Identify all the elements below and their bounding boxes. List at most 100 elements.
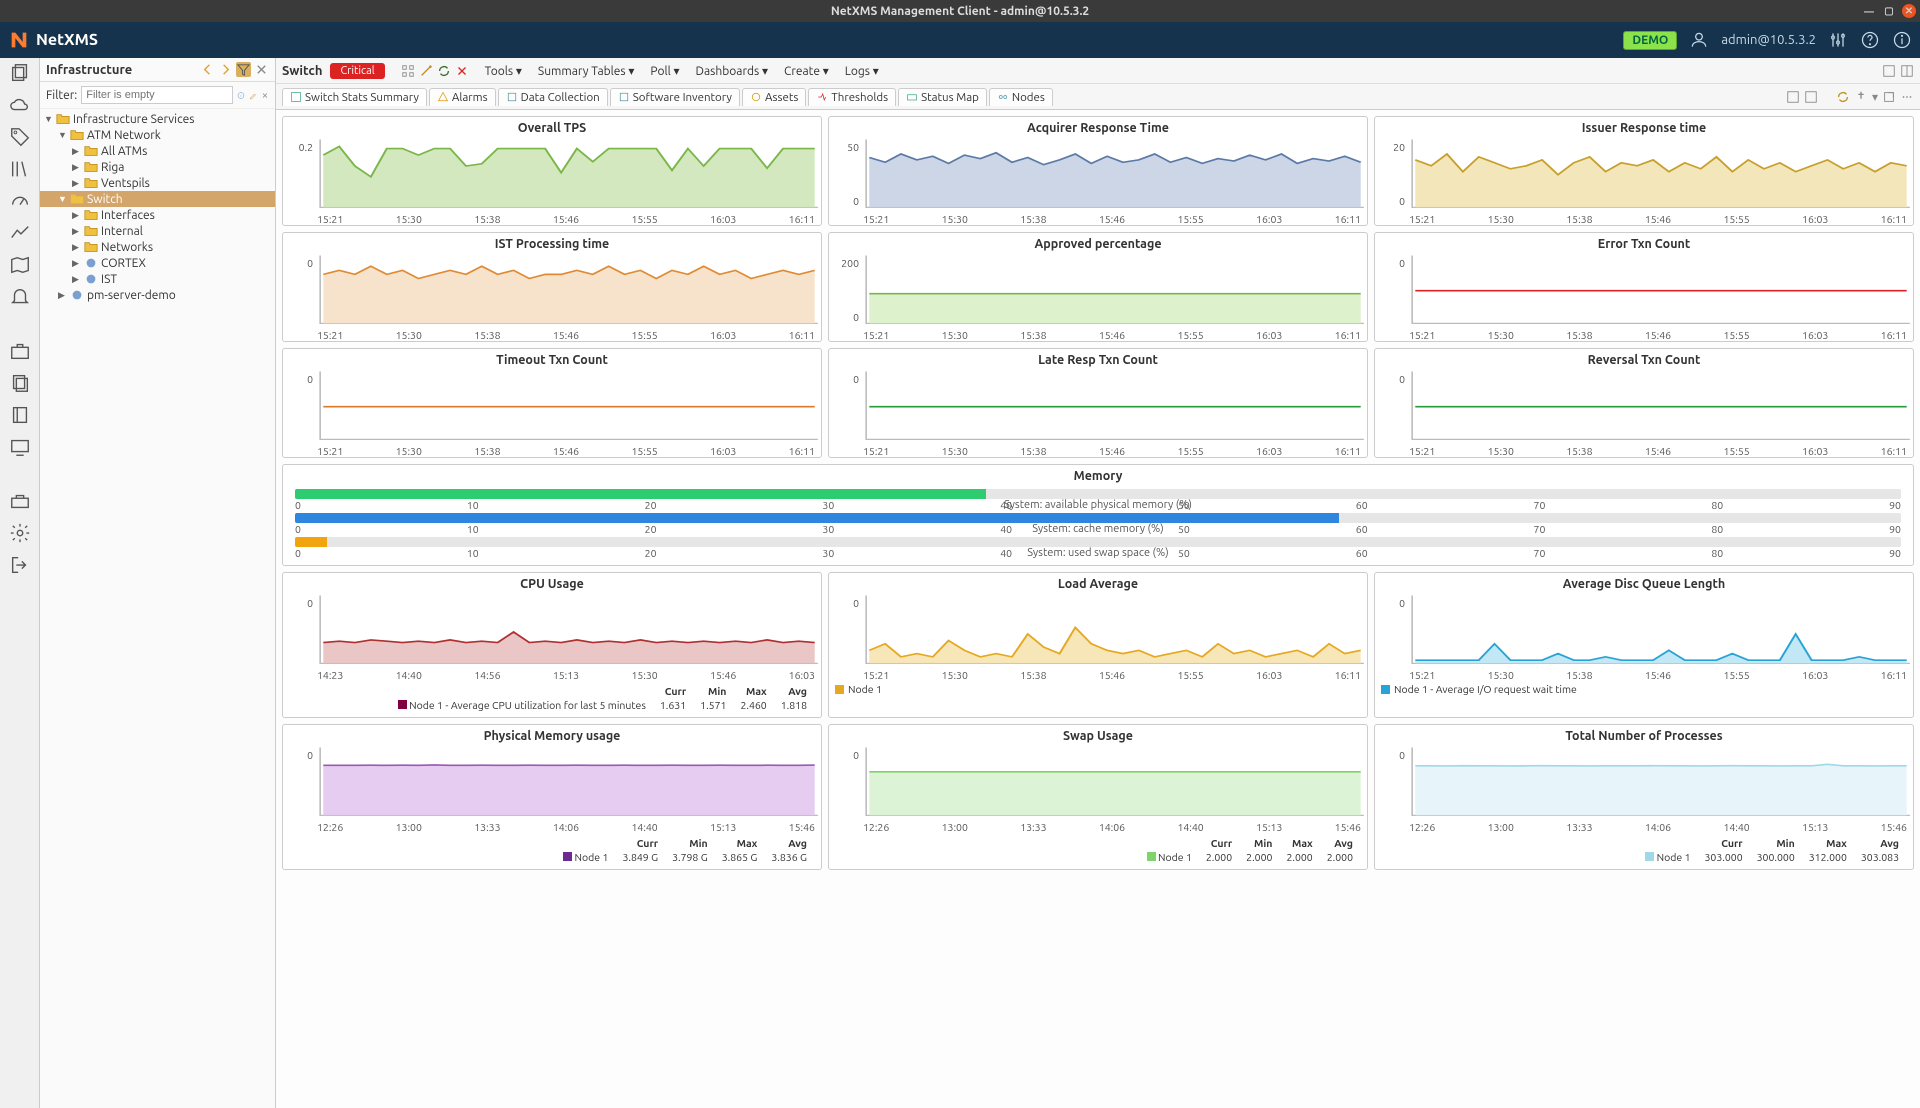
tab-alarms[interactable]: Alarms bbox=[429, 88, 496, 106]
pin-icon[interactable] bbox=[1854, 90, 1868, 104]
menu-tools[interactable]: Tools ▾ bbox=[485, 64, 522, 78]
chart-rev_txn: Reversal Txn Count015:2115:3015:3815:461… bbox=[1374, 348, 1914, 458]
library-icon[interactable] bbox=[9, 158, 31, 180]
filter-input[interactable] bbox=[81, 86, 233, 104]
chart-title: Load Average bbox=[829, 573, 1367, 593]
window-minimize[interactable]: — bbox=[1862, 4, 1876, 18]
delete-icon[interactable] bbox=[455, 64, 469, 78]
tags-icon[interactable] bbox=[9, 126, 31, 148]
refresh-icon[interactable] bbox=[437, 64, 451, 78]
tree-item-ventspils[interactable]: ▶Ventspils bbox=[40, 175, 275, 191]
tree-item-pm-server[interactable]: ▶pm-server-demo bbox=[40, 287, 275, 303]
sliders-icon[interactable] bbox=[1828, 30, 1848, 50]
exit-icon[interactable] bbox=[9, 554, 31, 576]
tree-item-switch[interactable]: ▼Switch bbox=[40, 191, 275, 207]
tab-data-collection[interactable]: Data Collection bbox=[498, 88, 608, 106]
briefcase-icon[interactable] bbox=[9, 340, 31, 362]
stack-icon[interactable] bbox=[9, 372, 31, 394]
window-maximize[interactable]: ▢ bbox=[1882, 4, 1896, 18]
menu-poll[interactable]: Poll ▾ bbox=[650, 64, 679, 78]
popout-icon[interactable] bbox=[1882, 90, 1896, 104]
chart-title: Acquirer Response Time bbox=[829, 117, 1367, 137]
tree-item-internal[interactable]: ▶Internal bbox=[40, 223, 275, 239]
tab-nodes[interactable]: Nodes bbox=[989, 88, 1053, 106]
refresh2-icon[interactable] bbox=[1836, 90, 1850, 104]
copy-icon[interactable] bbox=[9, 62, 31, 84]
tree-item-cortex[interactable]: ▶CORTEX bbox=[40, 255, 275, 271]
filter-label: Filter: bbox=[46, 89, 77, 102]
bell-icon[interactable] bbox=[9, 286, 31, 308]
clear-icon[interactable] bbox=[261, 88, 269, 103]
toolbox-icon[interactable] bbox=[9, 490, 31, 512]
filter-icon[interactable] bbox=[236, 62, 251, 77]
app-logo: NetXMS bbox=[8, 29, 98, 51]
top-bar: NetXMS DEMO admin@10.5.3.2 bbox=[0, 22, 1920, 58]
content-area: Switch Critical Tools ▾ Summary Tables ▾… bbox=[276, 58, 1920, 1108]
window-close[interactable]: ✕ bbox=[1902, 4, 1916, 18]
info-small-icon[interactable]: i bbox=[237, 88, 245, 103]
back-icon[interactable] bbox=[200, 62, 215, 77]
chart-pmem: Physical Memory usage012:2613:0013:3314:… bbox=[282, 724, 822, 870]
view2-icon[interactable] bbox=[1804, 90, 1818, 104]
wand-icon[interactable] bbox=[419, 64, 433, 78]
more-icon[interactable] bbox=[1900, 90, 1914, 104]
activity-bar bbox=[0, 58, 40, 1108]
chart-overall_tps: Overall TPS0.215:2115:3015:3815:4615:551… bbox=[282, 116, 822, 226]
tree-item-ist[interactable]: ▶IST bbox=[40, 271, 275, 287]
chart-title: Overall TPS bbox=[283, 117, 821, 137]
chart-load: Load Average015:2115:3015:3815:4615:5516… bbox=[828, 572, 1368, 718]
grid-icon[interactable] bbox=[401, 64, 415, 78]
chart-timeout_txn: Timeout Txn Count015:2115:3015:3815:4615… bbox=[282, 348, 822, 458]
menu-create[interactable]: Create ▾ bbox=[784, 64, 829, 78]
menu-summary-tables[interactable]: Summary Tables ▾ bbox=[538, 64, 635, 78]
tab-assets[interactable]: Assets bbox=[742, 88, 806, 106]
tree-item-all-atms[interactable]: ▶All ATMs bbox=[40, 143, 275, 159]
tree-item-infrastructure[interactable]: ▼Infrastructure Services bbox=[40, 111, 275, 127]
monitor-icon[interactable] bbox=[9, 436, 31, 458]
tab-software-inventory[interactable]: Software Inventory bbox=[610, 88, 740, 106]
tree-item-networks[interactable]: ▶Networks bbox=[40, 239, 275, 255]
chart-title: Swap Usage bbox=[829, 725, 1367, 745]
info-icon[interactable] bbox=[1892, 30, 1912, 50]
tab-switch-stats[interactable]: Switch Stats Summary bbox=[282, 88, 427, 106]
object-tree: ▼Infrastructure Services ▼ATM Network ▶A… bbox=[40, 109, 275, 1108]
close-panel-icon[interactable] bbox=[254, 62, 269, 77]
tab-thresholds[interactable]: Thresholds bbox=[808, 88, 896, 106]
tree-item-riga[interactable]: ▶Riga bbox=[40, 159, 275, 175]
map-icon[interactable] bbox=[9, 254, 31, 276]
netxms-logo-icon bbox=[8, 29, 30, 51]
chart-diskq: Average Disc Queue Length015:2115:3015:3… bbox=[1374, 572, 1914, 718]
menu-logs[interactable]: Logs ▾ bbox=[845, 64, 879, 78]
menu-dashboards[interactable]: Dashboards ▾ bbox=[696, 64, 768, 78]
cloud-icon[interactable] bbox=[9, 94, 31, 116]
chart-title: Issuer Response time bbox=[1375, 117, 1913, 137]
chart-acq_rt: Acquirer Response Time50015:2115:3015:38… bbox=[828, 116, 1368, 226]
chart-title: CPU Usage bbox=[283, 573, 821, 593]
gauge-icon[interactable] bbox=[9, 190, 31, 212]
help-icon[interactable] bbox=[1860, 30, 1880, 50]
note-icon[interactable] bbox=[9, 404, 31, 426]
view1-icon[interactable] bbox=[1786, 90, 1800, 104]
side-panel-title: Infrastructure bbox=[46, 63, 200, 77]
chart-procs: Total Number of Processes012:2613:0013:3… bbox=[1374, 724, 1914, 870]
chart-title: Average Disc Queue Length bbox=[1375, 573, 1913, 593]
chart-err_txn: Error Txn Count015:2115:3015:3815:4615:5… bbox=[1374, 232, 1914, 342]
chart-title: Late Resp Txn Count bbox=[829, 349, 1367, 369]
window-title-bar: NetXMS Management Client - admin@10.5.3.… bbox=[0, 0, 1920, 22]
edit-icon[interactable] bbox=[249, 88, 257, 103]
user-label[interactable]: admin@10.5.3.2 bbox=[1721, 33, 1816, 47]
tree-item-atm-network[interactable]: ▼ATM Network bbox=[40, 127, 275, 143]
chart-title: Error Txn Count bbox=[1375, 233, 1913, 253]
forward-icon[interactable] bbox=[218, 62, 233, 77]
dashboard: Overall TPS0.215:2115:3015:3815:4615:551… bbox=[276, 110, 1920, 1108]
tab-status-map[interactable]: Status Map bbox=[898, 88, 987, 106]
chart-title: IST Processing time bbox=[283, 233, 821, 253]
object-status: Critical bbox=[330, 63, 384, 79]
memory-card: Memory0102030405060708090System: availab… bbox=[282, 464, 1914, 566]
gear-icon[interactable] bbox=[9, 522, 31, 544]
layout2-icon[interactable] bbox=[1900, 64, 1914, 78]
tree-item-interfaces[interactable]: ▶Interfaces bbox=[40, 207, 275, 223]
chart-icon[interactable] bbox=[9, 222, 31, 244]
layout-icon[interactable] bbox=[1882, 64, 1896, 78]
chart-iss_rt: Issuer Response time20015:2115:3015:3815… bbox=[1374, 116, 1914, 226]
